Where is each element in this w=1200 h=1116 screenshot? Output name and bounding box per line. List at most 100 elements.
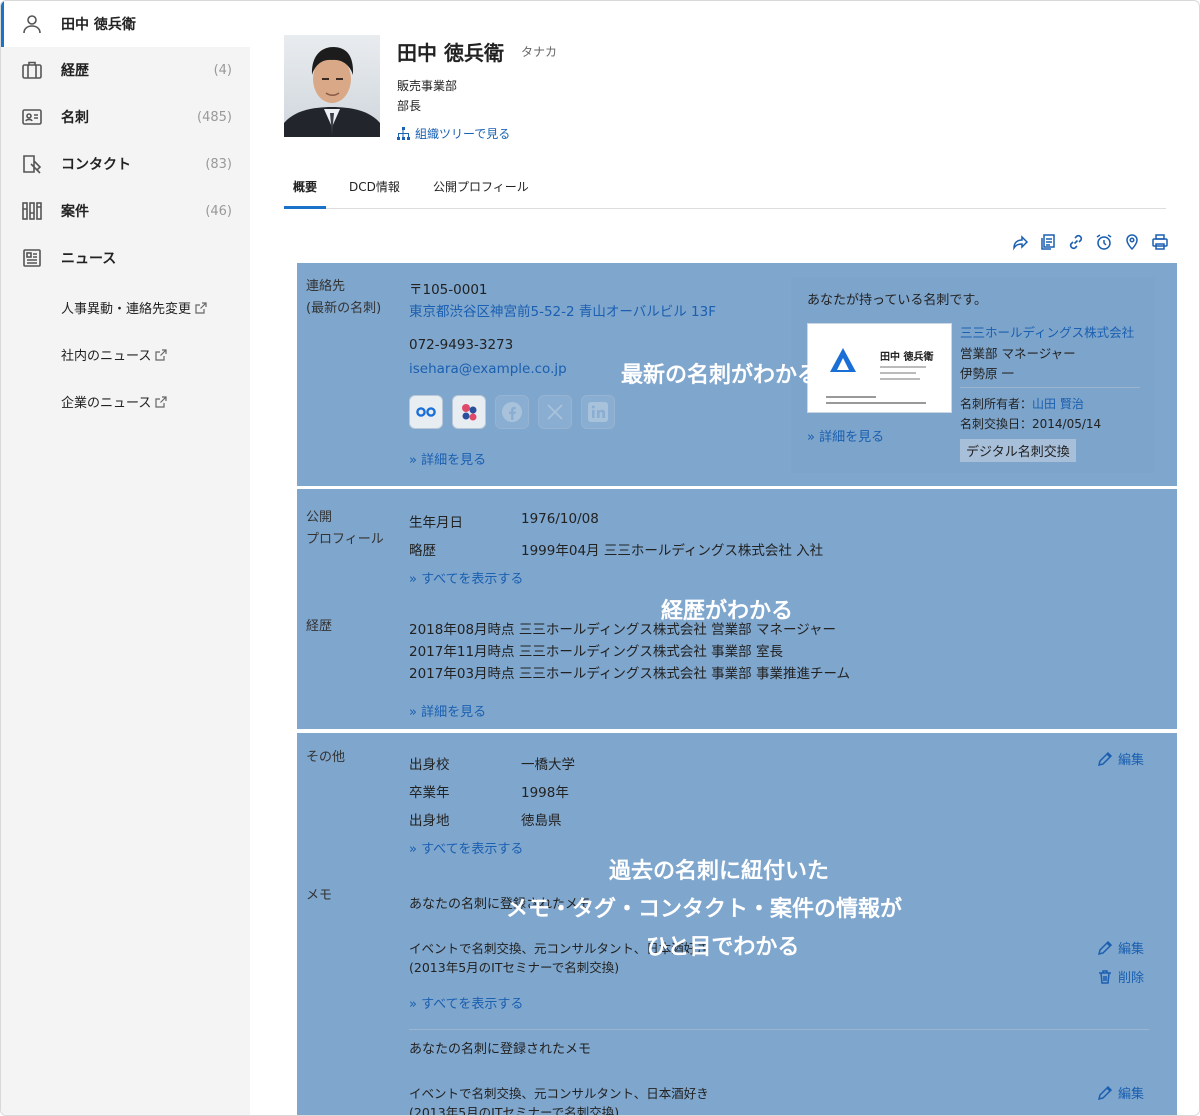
hometown-key: 出身地 (409, 813, 450, 829)
tab-dcd[interactable]: DCD情報 (349, 178, 400, 208)
card-text-line (880, 372, 916, 374)
memo-edit-button[interactable]: 編集 (1097, 938, 1144, 957)
public-profile-sublabel: プロフィール (306, 532, 384, 547)
career-line: 2018年08月時点 三三ホールディングス株式会社 営業部 マネージャー (409, 622, 837, 638)
person-position: 部長 (397, 99, 422, 113)
phone-number: 072-9493-3273 (409, 337, 514, 353)
memo-heading: あなたの名刺に登録されたメモ (409, 1042, 592, 1057)
app-window: 田中 徳兵衛 経歴 (4) 名刺 (485) コンタクト (83) 案件 (46… (0, 0, 1200, 1116)
sidebar-item-profile[interactable]: 田中 徳兵衛 (1, 1, 250, 47)
org-tree-label: 組織ツリーで見る (415, 127, 511, 141)
sidebar-item-deals[interactable]: 案件 (46) (1, 188, 250, 234)
facebook-sns-button[interactable] (495, 395, 529, 429)
other-label: その他 (306, 750, 346, 765)
eight-sns-button[interactable] (409, 395, 443, 429)
action-toolbar (1011, 233, 1169, 251)
other-edit-button[interactable]: 編集 (1097, 749, 1144, 768)
public-profile-more-link[interactable]: » すべてを表示する (409, 568, 523, 587)
news-icon (23, 249, 41, 267)
card-owner-name[interactable]: 山田 賢治 (1032, 397, 1084, 411)
card-person-name: 田中 徳兵衛 (880, 352, 934, 363)
sidebar-item-career[interactable]: 経歴 (4) (1, 47, 250, 93)
alarm-icon[interactable] (1095, 233, 1113, 251)
career-line: 2017年11月時点 三三ホールディングス株式会社 事業部 室長 (409, 644, 783, 660)
memo-text: (2013年5月のITセミナーで名刺交換) (409, 1105, 620, 1116)
memo-label: メモ (306, 888, 333, 903)
news-personnel-label: 人事異動・連絡先変更 (61, 302, 192, 317)
email-link[interactable]: isehara@example.co.jp (409, 361, 567, 377)
address-link[interactable]: 東京都渋谷区神宮前5-52-2 青山オーバルビル 13F (409, 300, 716, 320)
birthday-value: 1976/10/08 (521, 511, 599, 527)
memo-divider (409, 1029, 1149, 1030)
location-pin-icon[interactable] (1123, 233, 1141, 251)
sidebar-item-label: ニュース (61, 251, 117, 267)
external-link-icon (195, 301, 207, 314)
overlay-past-line3: ひと目でわかる (646, 935, 800, 960)
pencil-icon (1097, 1085, 1113, 1100)
x-sns-button[interactable] (538, 395, 572, 429)
sidebar-item-label: 案件 (61, 204, 89, 220)
digital-exchange-badge: デジタル名刺交換 (960, 439, 1076, 462)
overlay-latest-card: 最新の名刺がわかる (621, 363, 820, 388)
card-more-link[interactable]: » 詳細を見る (807, 426, 884, 445)
card-icon (22, 109, 42, 125)
memo-more-link[interactable]: » すべてを表示する (409, 993, 523, 1012)
contact-label: 連絡先 (306, 279, 346, 294)
news-personnel-link[interactable]: 人事異動・連絡先変更 (61, 298, 207, 317)
sidebar-item-cards[interactable]: 名刺 (485) (1, 94, 250, 140)
card-dept-title: 営業部 マネージャー (960, 346, 1076, 361)
card-text-line (826, 396, 876, 398)
link-icon[interactable] (1067, 233, 1085, 251)
news-company-link[interactable]: 企業のニュース (61, 392, 167, 411)
card-text-line (880, 366, 926, 368)
memo-edit-button[interactable]: 編集 (1097, 1083, 1144, 1102)
tab-overview[interactable]: 概要 (283, 178, 327, 209)
copy-icon[interactable] (1039, 233, 1057, 251)
person-icon (23, 15, 41, 34)
career-line: 2017年03月時点 三三ホールディングス株式会社 事業部 事業推進チーム (409, 666, 851, 682)
hometown-value: 徳島県 (521, 813, 562, 829)
other-edit-label: 編集 (1118, 753, 1145, 768)
card-exchange-date: 名刺交換日：2014/05/14 (960, 417, 1102, 431)
sidebar-item-count: (4) (213, 62, 232, 78)
other-more-link[interactable]: » すべてを表示する (409, 838, 523, 857)
tab-public-profile[interactable]: 公開プロフィール (433, 178, 529, 208)
memo-delete-label: 削除 (1118, 971, 1145, 986)
card-logo-icon (830, 348, 856, 372)
school-key: 出身校 (409, 757, 450, 773)
org-tree-link[interactable]: 組織ツリーで見る (397, 125, 510, 142)
news-company-label: 企業のニュース (61, 396, 152, 411)
overlay-past-line1: 過去の名刺に紐付いた (609, 859, 830, 884)
business-card-thumbnail[interactable]: 田中 徳兵衛 (807, 323, 952, 413)
contact-more-link[interactable]: » 詳細を見る (409, 449, 486, 468)
news-internal-link[interactable]: 社内のニュース (61, 345, 167, 364)
sidebar-item-label: コンタクト (61, 157, 131, 173)
sidebar: 田中 徳兵衛 経歴 (4) 名刺 (485) コンタクト (83) 案件 (46… (1, 1, 250, 1115)
sidebar-item-contacts[interactable]: コンタクト (83) (1, 141, 250, 187)
grad-year-key: 卒業年 (409, 785, 450, 801)
profile-photo (284, 35, 380, 137)
person-kana: タナカ (521, 45, 558, 59)
person-name: 田中 徳兵衛 (397, 41, 504, 65)
card-company-link[interactable]: 三三ホールディングス株式会社 (960, 322, 1134, 341)
career-more-link[interactable]: » 詳細を見る (409, 701, 486, 720)
memo-edit-label: 編集 (1118, 942, 1145, 957)
postal-code: 〒105-0001 (409, 282, 488, 298)
memo-delete-button[interactable]: 削除 (1097, 967, 1144, 986)
tab-bar: 概要 DCD情報 公開プロフィール (283, 173, 1166, 209)
grad-year-value: 1998年 (521, 785, 569, 801)
external-link-icon (155, 348, 167, 361)
eight-icon (416, 407, 436, 417)
memo-edit-label: 編集 (1118, 1087, 1145, 1102)
org-tree-icon (397, 127, 410, 140)
external-link-icon (155, 395, 167, 408)
sidebar-item-news[interactable]: ニュース (1, 235, 250, 281)
linkedin-sns-button[interactable] (581, 395, 615, 429)
news-internal-label: 社内のニュース (61, 349, 152, 364)
pencil-icon (1097, 940, 1113, 955)
dots-sns-button[interactable] (452, 395, 486, 429)
career-label: 経歴 (306, 619, 333, 634)
x-icon (547, 404, 563, 420)
print-icon[interactable] (1151, 233, 1169, 251)
share-icon[interactable] (1011, 233, 1029, 251)
